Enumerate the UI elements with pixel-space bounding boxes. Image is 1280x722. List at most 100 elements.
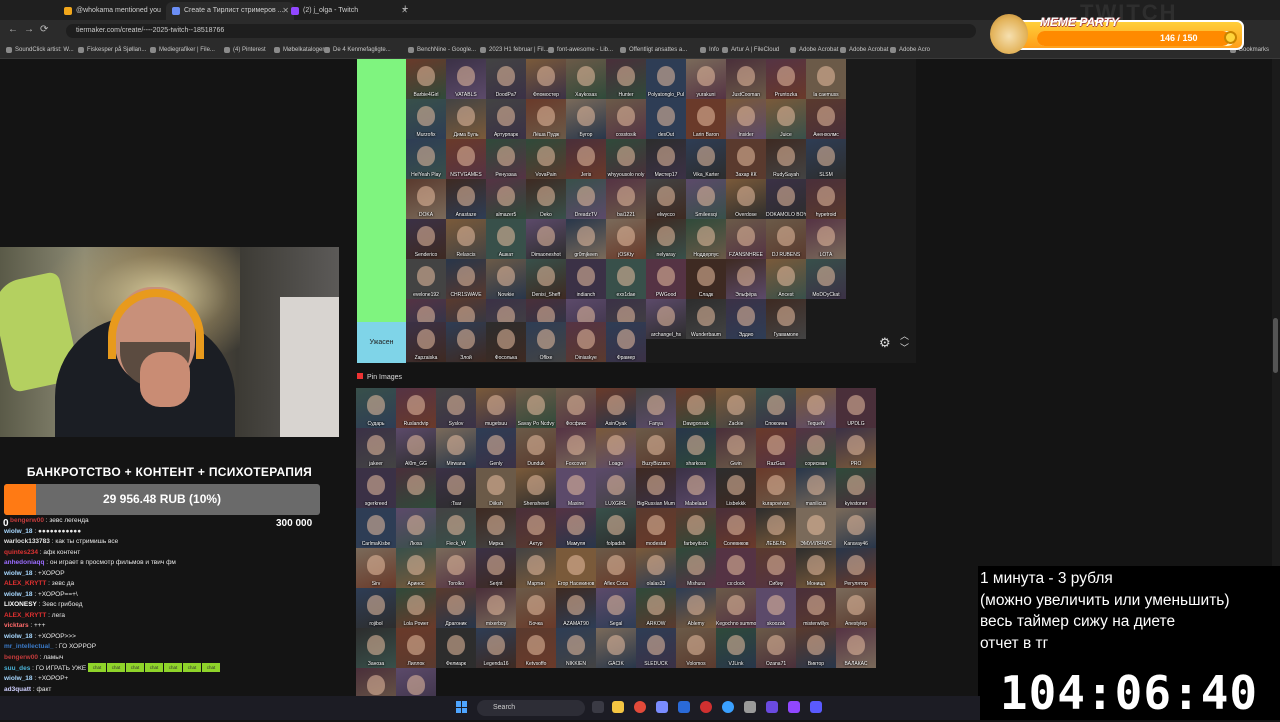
- streamer-tile[interactable]: Сударь: [356, 388, 396, 428]
- streamer-tile[interactable]: kyivstoner: [836, 468, 876, 508]
- streamer-tile[interactable]: Моница: [796, 548, 836, 588]
- streamer-tile[interactable]: Ketvsoffo: [516, 628, 556, 668]
- streamer-tile[interactable]: Volomos: [676, 628, 716, 668]
- streamer-tile[interactable]: mixerboy: [476, 588, 516, 628]
- bookmark-item[interactable]: Mediegrafiker | File...: [150, 42, 215, 58]
- streamer-tile[interactable]: Murzofix: [406, 99, 446, 139]
- browser-tab-active[interactable]: Create a Тирлист стримеров ... ✕: [166, 2, 294, 20]
- streamer-tile[interactable]: Hunter: [606, 59, 646, 99]
- chat-username[interactable]: wiolw_18: [4, 591, 33, 598]
- streamer-tile[interactable]: mugetsuu: [476, 388, 516, 428]
- streamer-tile[interactable]: Oflixe: [526, 322, 566, 362]
- streamer-tile[interactable]: :Tsar: [436, 468, 476, 508]
- streamer-tile[interactable]: AZAMAT90: [556, 588, 596, 628]
- url-field[interactable]: tiermaker.com/create/----2025-twitch--18…: [66, 24, 976, 38]
- streamer-tile[interactable]: сорисман: [796, 428, 836, 468]
- streamer-tile[interactable]: Захар КК: [726, 139, 766, 179]
- streamer-tile[interactable]: Serjnt: [476, 548, 516, 588]
- streamer-tile[interactable]: PWGood: [646, 259, 686, 299]
- chat-username[interactable]: ALEX_KRYTT: [4, 612, 46, 619]
- chrome-icon[interactable]: [634, 701, 646, 713]
- streamer-tile[interactable]: Larin Baron: [686, 99, 726, 139]
- chat-username[interactable]: wiolw_18: [4, 633, 33, 640]
- chat-username[interactable]: bengerw00: [10, 517, 44, 524]
- bookmark-item[interactable]: SoundClick artist: W...: [6, 42, 74, 58]
- streamer-tile[interactable]: LOTA: [806, 219, 846, 259]
- streamer-tile[interactable]: archangel_hs: [646, 299, 686, 339]
- streamer-tile[interactable]: Дима Буль: [446, 99, 486, 139]
- streamer-tile[interactable]: almazer5: [486, 179, 526, 219]
- chat-username[interactable]: vicktars: [4, 622, 29, 629]
- streamer-tile[interactable]: skoozak: [756, 588, 796, 628]
- streamer-tile[interactable]: DreadzTV: [566, 179, 606, 219]
- streamer-tile[interactable]: Lola Power: [396, 588, 436, 628]
- streamer-tile[interactable]: Лиллок: [396, 628, 436, 668]
- streamer-tile[interactable]: Lisbekkk: [716, 468, 756, 508]
- streamer-tile[interactable]: Солевиков: [716, 508, 756, 548]
- twitch-icon[interactable]: [788, 701, 800, 713]
- streamer-tile[interactable]: Виктор: [796, 628, 836, 668]
- streamer-tile[interactable]: Overdose: [726, 179, 766, 219]
- streamer-tile[interactable]: Регулятор: [836, 548, 876, 588]
- streamer-tile[interactable]: Dawgonsuk: [676, 388, 716, 428]
- streamer-tile[interactable]: evelone192: [406, 259, 446, 299]
- streamer-tile[interactable]: cs:clock: [716, 548, 756, 588]
- chat-username[interactable]: wiolw_18: [4, 675, 33, 682]
- streamer-tile[interactable]: Dimaoneshot: [526, 219, 566, 259]
- chat-username[interactable]: suu_des: [4, 665, 30, 672]
- streamer-tile[interactable]: Dunduk: [516, 428, 556, 468]
- streamer-tile[interactable]: HelYeah Play: [406, 139, 446, 179]
- chat-username[interactable]: wiolw_18: [4, 570, 33, 577]
- streamer-tile[interactable]: Wunderbaum: [686, 299, 726, 339]
- streamer-tile[interactable]: Kegochno summoner: [716, 588, 756, 628]
- streamer-tile[interactable]: Злой: [446, 322, 486, 362]
- streamer-tile[interactable]: Ренуззаа: [486, 139, 526, 179]
- streamer-tile[interactable]: yurakuni: [686, 59, 726, 99]
- streamer-tile[interactable]: Polyatonglo_Pul: [646, 59, 686, 99]
- new-tab-icon[interactable]: +: [402, 3, 408, 15]
- chevron-up-icon[interactable]: ︿: [900, 330, 909, 342]
- bookmark-item[interactable]: Fiskesper på Sjøllan...: [78, 42, 146, 58]
- streamer-tile[interactable]: Ablemy: [676, 588, 716, 628]
- streamer-tile[interactable]: Insider: [726, 99, 766, 139]
- streamer-tile[interactable]: Mirwana: [436, 428, 476, 468]
- streamer-tile[interactable]: desOut: [646, 99, 686, 139]
- streamer-tile[interactable]: TequeN: [796, 388, 836, 428]
- streamer-tile[interactable]: Anestylep: [836, 588, 876, 628]
- streamer-tile[interactable]: Smileesqi: [686, 179, 726, 219]
- streamer-tile[interactable]: hypetroid: [806, 179, 846, 219]
- back-icon[interactable]: ←: [8, 24, 18, 35]
- streamer-tile[interactable]: Sirv: [356, 548, 396, 588]
- streamer-tile[interactable]: MoDOyCkat: [806, 259, 846, 299]
- scrollbar-thumb[interactable]: [1273, 318, 1278, 373]
- streamer-tile[interactable]: Zackie: [716, 388, 756, 428]
- store-icon[interactable]: [678, 701, 690, 713]
- streamer-tile[interactable]: Сибиу: [756, 548, 796, 588]
- streamer-tile[interactable]: Mabelaad: [676, 468, 716, 508]
- streamer-tile[interactable]: Аринос: [396, 548, 436, 588]
- streamer-tile[interactable]: Ancest: [766, 259, 806, 299]
- streamer-tile[interactable]: BuzyBizzaro: [636, 428, 676, 468]
- streamer-tile[interactable]: VJLink: [716, 628, 756, 668]
- windows-start-icon[interactable]: [456, 701, 468, 713]
- streamer-tile[interactable]: Relaxcis: [446, 219, 486, 259]
- streamer-tile[interactable]: whyyousolo noly: [606, 139, 646, 179]
- streamer-tile[interactable]: elwycco: [646, 179, 686, 219]
- streamer-tile[interactable]: cosstosik: [606, 99, 646, 139]
- streamer-tile[interactable]: Фломостер: [526, 59, 566, 99]
- streamer-tile[interactable]: Senderico: [406, 219, 446, 259]
- streamer-tile[interactable]: ARKOW: [636, 588, 676, 628]
- obs-icon[interactable]: [766, 701, 778, 713]
- streamer-tile[interactable]: ЭМУЙЛЯЧУС: [796, 508, 836, 548]
- bookmark-item[interactable]: Adobe Acro: [890, 42, 930, 58]
- streamer-tile[interactable]: gr0mjkeen: [566, 219, 606, 259]
- streamer-tile[interactable]: Deko: [526, 179, 566, 219]
- streamer-tile[interactable]: LUXGIRL: [596, 468, 636, 508]
- streamer-tile[interactable]: Fleck_W: [436, 508, 476, 548]
- streamer-tile[interactable]: jakeer: [356, 428, 396, 468]
- reload-icon[interactable]: ⟳: [40, 24, 48, 35]
- streamer-tile[interactable]: [396, 468, 436, 508]
- streamer-tile[interactable]: Aктур: [516, 508, 556, 548]
- streamer-tile[interactable]: RudySayah: [766, 139, 806, 179]
- streamer-tile[interactable]: olalas33: [636, 548, 676, 588]
